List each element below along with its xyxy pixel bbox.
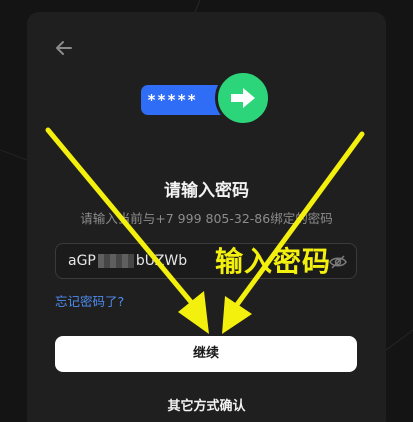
arrow-right-icon <box>231 88 255 108</box>
other-methods-link[interactable]: 其它方式确认 <box>27 395 386 414</box>
redacted-segment <box>97 254 134 268</box>
back-button[interactable] <box>52 36 76 60</box>
continue-button[interactable]: 继续 <box>55 336 357 372</box>
arrow-left-icon <box>56 41 72 55</box>
login-screen: ***** 请输入密码 请输入当前与+7 999 805-32-86绑定的密码 … <box>0 0 413 422</box>
password-value-end: bUZWb <box>135 253 188 269</box>
arrow-circle <box>215 70 271 126</box>
annotation-label: 输入密码 <box>215 245 332 278</box>
forgot-password-link[interactable]: 忘记密码了? <box>55 291 124 310</box>
password-illustration: ***** <box>141 70 271 128</box>
password-value-start: aGP <box>68 253 96 269</box>
password-value: aGP bUZWb <box>68 244 187 278</box>
page-subtitle: 请输入当前与+7 999 805-32-86绑定的密码 <box>80 211 333 226</box>
page-title: 请输入密码 <box>164 181 249 201</box>
